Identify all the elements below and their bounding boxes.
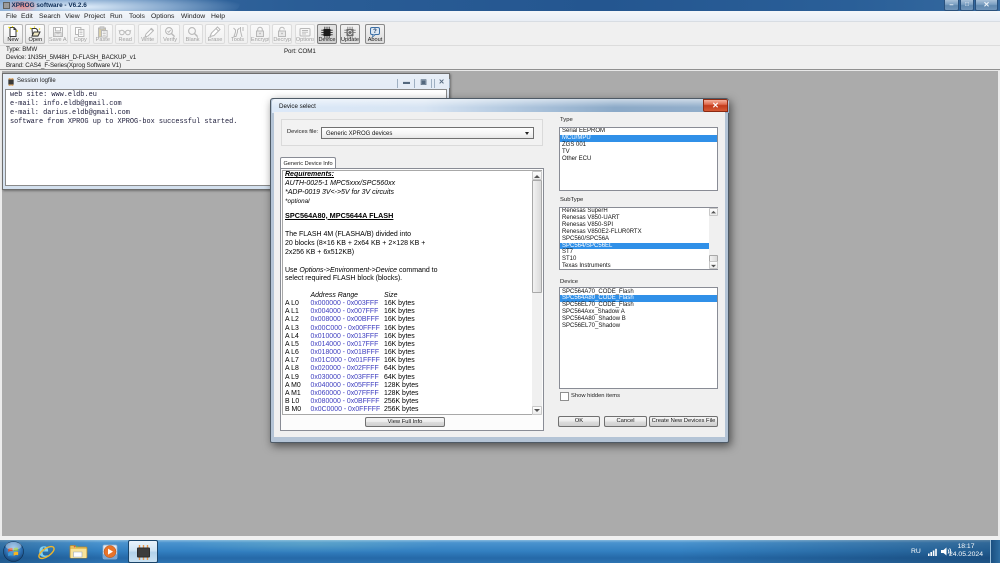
svg-text:?: ? (373, 29, 377, 35)
